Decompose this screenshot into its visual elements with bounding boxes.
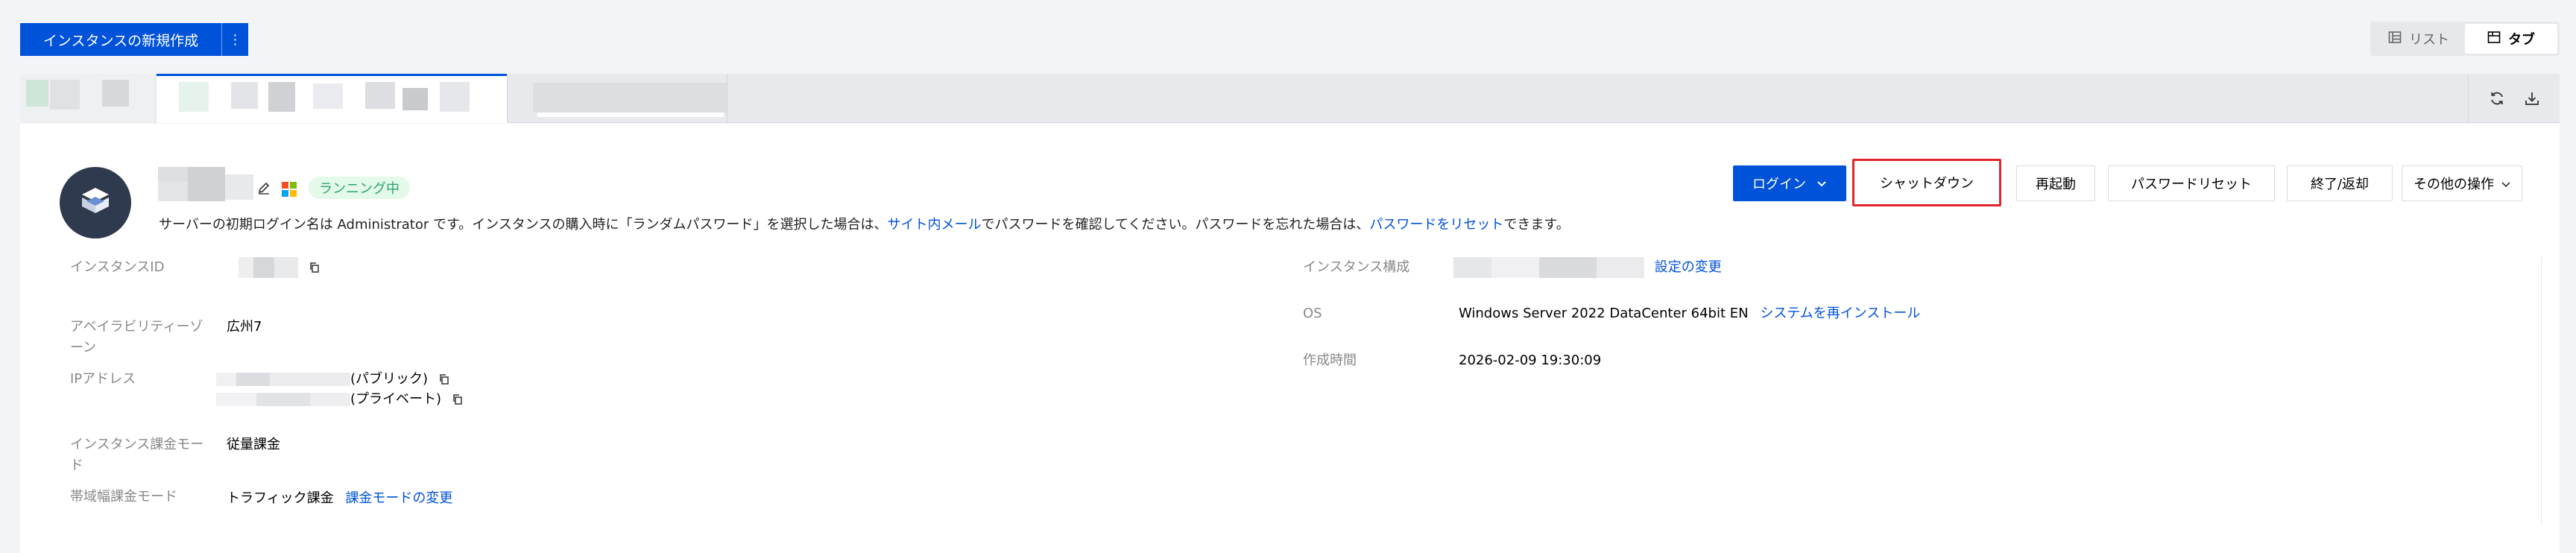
copy-icon[interactable] [452, 394, 464, 405]
zone-value: 広州7 [227, 319, 262, 335]
create-instance-button[interactable]: インスタンスの新規作成 [20, 23, 221, 56]
more-actions-button[interactable]: その他の操作 [2402, 165, 2522, 201]
more-actions-label: その他の操作 [2414, 177, 2494, 192]
config-label: インスタンス構成 [1303, 259, 1410, 275]
copy-icon[interactable] [438, 373, 450, 385]
instance-avatar [60, 167, 131, 238]
change-billing-link[interactable]: 課金モードの変更 [345, 490, 452, 506]
edit-name-icon[interactable] [256, 180, 271, 198]
instance-tab-active[interactable] [157, 74, 507, 123]
create-instance-button-group: インスタンスの新規作成 ⋮ [20, 23, 248, 56]
instance-id-value [239, 257, 321, 278]
instance-name [158, 167, 255, 201]
instance-tab[interactable] [508, 74, 746, 123]
instance-details: インスタンスID アベイラビリティーゾーン 広州7 IPアドレス (パブリック)… [45, 257, 2542, 525]
tab-icon [2487, 31, 2501, 48]
login-label: ログイン [1752, 177, 1806, 192]
bandwidth-label: 帯域幅課金モード [70, 489, 177, 505]
reinstall-system-link[interactable]: システムを再インストール [1760, 306, 1920, 321]
site-mail-link[interactable]: サイト内メール [887, 217, 981, 233]
instance-id-label: インスタンスID [70, 259, 165, 275]
shutdown-button[interactable]: シャットダウン [1852, 159, 2001, 206]
billing-value: 従量課金 [227, 437, 280, 452]
copy-icon[interactable] [309, 262, 321, 274]
created-value: 2026-02-09 19:30:09 [1459, 353, 1602, 368]
refresh-icon[interactable] [2489, 90, 2505, 107]
private-ip: (プライベート) [216, 389, 464, 410]
view-toggle: リスト タブ [2370, 22, 2560, 56]
notice-text-3: できます。 [1503, 217, 1570, 233]
os-value-row: Windows Server 2022 DataCenter 64bit EN … [1459, 303, 1920, 324]
list-icon [2388, 31, 2402, 48]
chevron-down-icon [1816, 176, 1827, 192]
created-label: 作成時間 [1303, 353, 1357, 368]
terminate-label: 終了/返却 [2310, 177, 2370, 192]
download-icon[interactable] [2524, 90, 2540, 107]
windows-icon [282, 182, 297, 200]
ip-label: IPアドレス [70, 371, 136, 387]
reset-password-link[interactable]: パスワードをリセット [1369, 217, 1503, 233]
server-icon [75, 180, 116, 225]
private-ip-suffix: (プライベート) [350, 391, 442, 407]
instance-tab[interactable] [20, 74, 154, 123]
create-more-button[interactable]: ⋮ [221, 23, 248, 56]
view-tab-label: タブ [2508, 32, 2535, 48]
change-config-link[interactable]: 設定の変更 [1655, 259, 1722, 275]
view-list-option[interactable]: リスト [2373, 24, 2465, 54]
tab-tools [2468, 74, 2560, 123]
config-value-row: 設定の変更 [1453, 257, 1722, 278]
view-tab-option[interactable]: タブ [2465, 24, 2557, 54]
instance-tab-strip [20, 74, 2560, 123]
notice-text-2: でパスワードを確認してください。パスワードを忘れた場合は、 [981, 217, 1370, 233]
terminate-button[interactable]: 終了/返却 [2287, 165, 2393, 201]
notice-text-1: サーバーの初期ログイン名は Administrator です。インスタンスの購入… [159, 217, 888, 233]
restart-label: 再起動 [2036, 177, 2076, 192]
bandwidth-value-row: トラフィック課金 課金モードの変更 [227, 488, 452, 509]
restart-button[interactable]: 再起動 [2016, 165, 2095, 201]
public-ip: (パブリック) [216, 369, 450, 390]
os-label: OS [1303, 306, 1322, 321]
zone-label: アベイラビリティーゾーン [70, 319, 203, 356]
reset-password-button[interactable]: パスワードリセット [2108, 165, 2275, 201]
chevron-down-icon [2501, 176, 2510, 192]
view-list-label: リスト [2409, 32, 2449, 48]
billing-label: インスタンス課金モード [70, 437, 204, 473]
status-badge: ランニング中 [309, 177, 410, 199]
bandwidth-value: トラフィック課金 [227, 490, 334, 506]
public-ip-suffix: (パブリック) [350, 371, 429, 387]
os-value: Windows Server 2022 DataCenter 64bit EN [1459, 306, 1749, 321]
shutdown-label: シャットダウン [1880, 176, 1974, 192]
reset-password-label: パスワードリセット [2131, 177, 2252, 192]
login-button[interactable]: ログイン [1733, 165, 1846, 201]
login-notice: サーバーの初期ログイン名は Administrator です。インスタンスの購入… [159, 214, 1570, 233]
